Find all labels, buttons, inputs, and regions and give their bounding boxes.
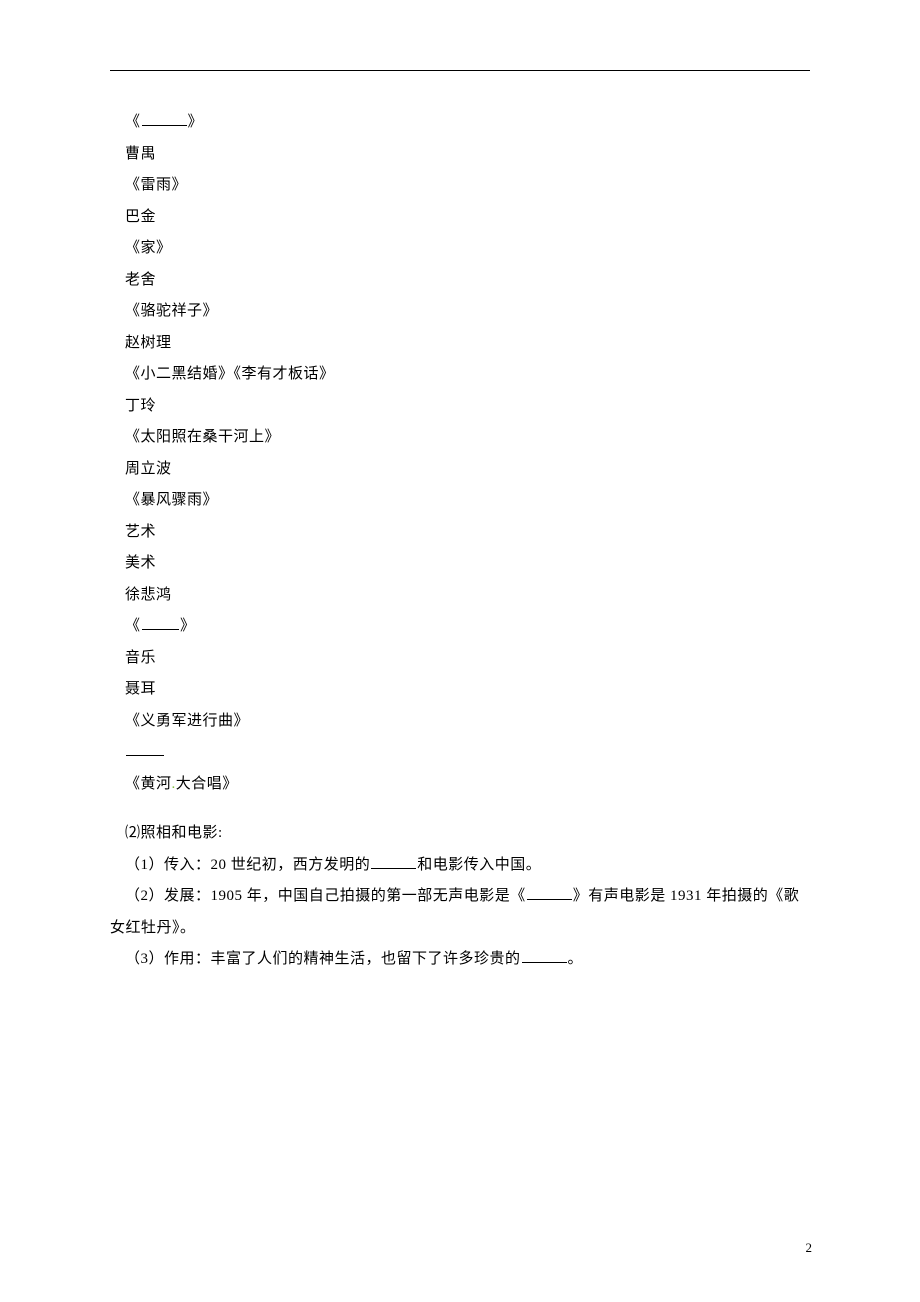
text-line: ⑵照相和电影:: [110, 818, 810, 850]
text: 》: [180, 618, 196, 634]
text: 音乐: [125, 650, 156, 666]
text-line: 《黄河.大合唱》: [110, 769, 810, 801]
fill-blank[interactable]: [522, 948, 567, 963]
text: 《太阳照在桑干河上》: [125, 429, 280, 445]
vertical-gap: [110, 800, 810, 818]
fill-blank[interactable]: [527, 885, 572, 900]
text-line: 《》: [110, 107, 810, 139]
text-line: 曹禺: [110, 139, 810, 171]
text: 老舍: [125, 272, 156, 288]
text: 》有声电影是 1931 年拍摄的《歌: [573, 888, 800, 904]
fill-blank[interactable]: [126, 741, 164, 756]
text: 《家》: [125, 240, 172, 256]
text-line: 音乐: [110, 643, 810, 675]
text-line: 美术: [110, 548, 810, 580]
text: 《骆驼祥子》: [125, 303, 218, 319]
text: （1）传入：20 世纪初，西方发明的: [125, 857, 370, 873]
text-line: 赵树理: [110, 328, 810, 360]
document-page: 《》 曹禺 《雷雨》 巴金 《家》 老舍 《骆驼祥子》 赵树理 《小二黑结婚》《…: [0, 0, 920, 976]
text-line: 艺术: [110, 517, 810, 549]
text: 和电影传入中国。: [417, 857, 541, 873]
text-line: 巴金: [110, 202, 810, 234]
fill-blank[interactable]: [142, 111, 187, 126]
text: 女红牡丹》。: [110, 920, 196, 936]
text: 赵树理: [125, 335, 172, 351]
text-line: 老舍: [110, 265, 810, 297]
text: 丁玲: [125, 398, 156, 414]
text: （3）作用：丰富了人们的精神生活，也留下了许多珍贵的: [125, 951, 521, 967]
text: 《: [125, 618, 141, 634]
text-line: （2）发展：1905 年，中国自己拍摄的第一部无声电影是《 》有声电影是 1931…: [110, 881, 810, 913]
text: 艺术: [125, 524, 156, 540]
page-number: 2: [806, 1240, 813, 1256]
text-line: 《》: [110, 611, 810, 643]
text-line: 《小二黑结婚》《李有才板话》: [110, 359, 810, 391]
text-line: 《雷雨》: [110, 170, 810, 202]
text: 美术: [125, 555, 156, 571]
text: 。: [568, 951, 584, 967]
text: 《暴风骤雨》: [125, 492, 218, 508]
text-line: [110, 737, 810, 769]
text: 《黄河: [125, 776, 172, 792]
text-line: （3）作用：丰富了人们的精神生活，也留下了许多珍贵的 。: [110, 944, 810, 976]
fill-blank[interactable]: [142, 615, 180, 630]
text-line: 聂耳: [110, 674, 810, 706]
text: 徐悲鸿: [125, 587, 172, 603]
text-line: 《暴风骤雨》: [110, 485, 810, 517]
text: 聂耳: [125, 681, 156, 697]
text: 《雷雨》: [125, 177, 187, 193]
top-horizontal-rule: [110, 70, 810, 71]
text: 曹禺: [125, 146, 156, 162]
text-line: 《义勇军进行曲》: [110, 706, 810, 738]
text-line: 周立波: [110, 454, 810, 486]
fill-blank[interactable]: [371, 854, 416, 869]
text: 》: [188, 114, 204, 130]
text: 《: [125, 114, 141, 130]
text: 巴金: [125, 209, 156, 225]
text: （2）发展：1905 年，中国自己拍摄的第一部无声电影是《: [125, 888, 526, 904]
text-line: 《太阳照在桑干河上》: [110, 422, 810, 454]
text-line: 《骆驼祥子》: [110, 296, 810, 328]
text: 《义勇军进行曲》: [125, 713, 249, 729]
text-line: 女红牡丹》。: [110, 913, 810, 945]
text: 《小二黑结婚》《李有才板话》: [125, 366, 335, 382]
text-line: 徐悲鸿: [110, 580, 810, 612]
text-line: （1）传入：20 世纪初，西方发明的 和电影传入中国。: [110, 850, 810, 882]
text-line: 《家》: [110, 233, 810, 265]
text: 周立波: [125, 461, 172, 477]
text-line: 丁玲: [110, 391, 810, 423]
text: 大合唱》: [176, 776, 238, 792]
text: ⑵照相和电影:: [125, 825, 223, 841]
